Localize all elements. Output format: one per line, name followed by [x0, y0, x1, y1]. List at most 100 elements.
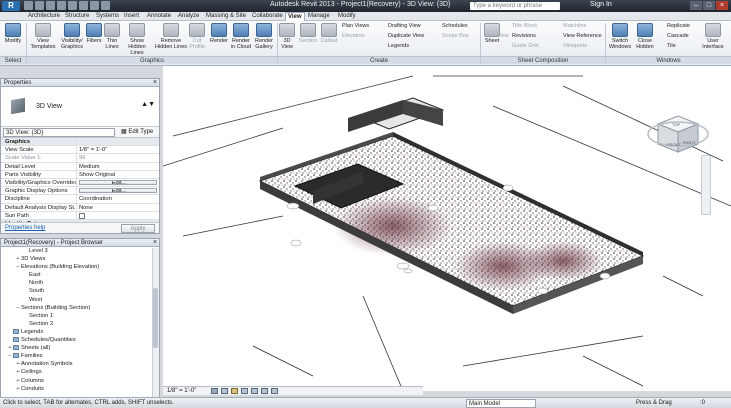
section-button[interactable]: Section: [297, 23, 319, 44]
lock-icon[interactable]: [261, 388, 268, 394]
search-input[interactable]: Type a keyword or phrase: [470, 2, 560, 10]
tab-view[interactable]: View: [285, 12, 305, 21]
browser-tree-item[interactable]: Section 1: [1, 312, 159, 320]
legends-button[interactable]: Legends: [388, 43, 409, 50]
switch-windows-button[interactable]: Switch Windows: [608, 23, 632, 50]
user-interface-button[interactable]: User Interface: [700, 23, 726, 50]
view-templates-button[interactable]: View Templates: [29, 23, 57, 50]
title-block-button[interactable]: Title Block: [512, 23, 537, 30]
tab-analyze[interactable]: Analyze: [176, 12, 201, 21]
open-icon[interactable]: [24, 1, 33, 10]
browser-tree-item[interactable]: −Elevations (Building Elevation): [1, 263, 159, 271]
scope-box-button[interactable]: Scope Box: [442, 33, 469, 40]
remove-hidden-lines-button[interactable]: Remove Hidden Lines: [154, 23, 188, 50]
scrollbar-thumb[interactable]: [153, 288, 158, 348]
render-in-cloud-button[interactable]: Render in Cloud: [230, 23, 252, 50]
measure-icon[interactable]: [79, 1, 88, 10]
browser-tree-item[interactable]: Schedules/Quantities: [1, 336, 159, 344]
tab-manage[interactable]: Manage: [306, 12, 332, 21]
browser-tree-item[interactable]: + Sheets (all): [1, 344, 159, 352]
tab-systems[interactable]: Systems: [94, 12, 121, 21]
navigation-bar[interactable]: [701, 155, 711, 215]
close-hidden-button[interactable]: Close Hidden: [634, 23, 656, 50]
replicate-button[interactable]: Replicate: [667, 23, 690, 30]
thin-lines-button[interactable]: Thin Lines: [103, 23, 121, 50]
edit-button[interactable]: Edit...: [79, 188, 157, 194]
tab-collaborate[interactable]: Collaborate: [250, 12, 285, 21]
browser-tree-item[interactable]: +Conduits: [1, 385, 159, 393]
tab-structure[interactable]: Structure: [63, 12, 91, 21]
tile-button[interactable]: Tile: [667, 43, 676, 50]
browser-tree-item[interactable]: +Annotation Symbols: [1, 360, 159, 368]
edit-button[interactable]: Edit...: [79, 179, 157, 186]
3d-viewport[interactable]: FRONT RIGHT TOP: [162, 66, 731, 392]
property-value[interactable]: None: [77, 204, 159, 211]
temporary-hide-icon[interactable]: [271, 388, 278, 394]
instance-selector-dropdown[interactable]: 3D View: {3D}: [3, 128, 115, 137]
schedules-button[interactable]: Schedules: [442, 23, 468, 30]
visibility-graphics-button[interactable]: Visibility/ Graphics: [58, 23, 86, 50]
matchline-button[interactable]: Matchline: [563, 23, 587, 30]
view-scale-control[interactable]: 1/8" = 1'-0": [167, 387, 196, 395]
browser-tree-item[interactable]: −Sections (Building Section): [1, 304, 159, 312]
view-button[interactable]: View: [497, 33, 509, 40]
property-value[interactable]: 1/8" = 1'-0": [77, 146, 159, 153]
checkbox-icon[interactable]: [79, 212, 85, 219]
property-value[interactable]: Coordination: [77, 195, 159, 202]
property-value[interactable]: Show Original: [77, 171, 159, 178]
tab-insert[interactable]: Insert: [122, 12, 141, 21]
property-group-header[interactable]: Graphics: [1, 138, 159, 147]
close-icon[interactable]: ×: [153, 79, 157, 87]
scroll-arrows-icon[interactable]: ▲▼: [141, 101, 155, 108]
press-drag-toggle[interactable]: Press & Drag: [636, 398, 672, 408]
plan-views-button[interactable]: Plan Views: [342, 23, 369, 30]
detail-level-icon[interactable]: [211, 388, 218, 394]
browser-tree-item[interactable]: Level 3: [1, 247, 159, 255]
visual-style-icon[interactable]: [221, 388, 228, 394]
close-icon[interactable]: ×: [716, 1, 728, 10]
browser-tree-item[interactable]: Section 2: [1, 320, 159, 328]
tab-massing-site[interactable]: Massing & Site: [204, 12, 248, 21]
cut-profile-button[interactable]: Cut Profile: [188, 23, 206, 50]
render-button[interactable]: Render: [209, 23, 229, 44]
3d-view-icon[interactable]: [90, 1, 99, 10]
duplicate-view-button[interactable]: Duplicate View: [388, 33, 424, 40]
guide-grid-button[interactable]: Guide Grid: [512, 43, 539, 50]
browser-tree-item[interactable]: West: [1, 296, 159, 304]
browser-tree-item[interactable]: Legends: [1, 328, 159, 336]
render-gallery-button[interactable]: Render Gallery: [253, 23, 275, 50]
filters-button[interactable]: Filters: [86, 23, 102, 44]
elevation-button[interactable]: Elevation: [342, 33, 365, 40]
selection-filter[interactable]: :0: [700, 398, 705, 408]
type-selector[interactable]: 3D View ▲▼: [1, 87, 159, 127]
crop-view-icon[interactable]: [251, 388, 258, 394]
save-icon[interactable]: [35, 1, 44, 10]
print-icon[interactable]: [68, 1, 77, 10]
browser-tree-item[interactable]: − Families: [1, 352, 159, 360]
browser-tree-item[interactable]: East: [1, 271, 159, 279]
revisions-button[interactable]: Revisions: [512, 33, 536, 40]
cascade-button[interactable]: Cascade: [667, 33, 689, 40]
modify-button[interactable]: Modify: [3, 23, 23, 44]
browser-tree-item[interactable]: South: [1, 287, 159, 295]
sun-path-icon[interactable]: [231, 388, 238, 394]
browser-tree-item[interactable]: +Columns: [1, 377, 159, 385]
browser-scrollbar[interactable]: [152, 248, 159, 397]
undo-icon[interactable]: [46, 1, 55, 10]
viewports-button[interactable]: Viewports: [563, 43, 587, 50]
callout-button[interactable]: Callout: [319, 23, 339, 44]
maximize-icon[interactable]: □: [703, 1, 715, 10]
property-value[interactable]: Medium: [77, 163, 159, 170]
minimize-icon[interactable]: –: [690, 1, 702, 10]
redo-icon[interactable]: [57, 1, 66, 10]
sign-in-link[interactable]: Sign In: [590, 1, 612, 8]
apply-button[interactable]: Apply: [121, 224, 155, 233]
sun-path-checkbox[interactable]: [77, 212, 159, 219]
tab-annotate[interactable]: Annotate: [145, 12, 173, 21]
drafting-view-button[interactable]: Drafting View: [388, 23, 421, 30]
tab-modify[interactable]: Modify: [336, 12, 358, 21]
browser-tree-item[interactable]: +Ceilings: [1, 368, 159, 376]
3d-view-button[interactable]: 3D View: [279, 23, 295, 50]
model-selector[interactable]: Main Model: [466, 399, 536, 408]
application-menu-button[interactable]: R: [2, 1, 20, 11]
